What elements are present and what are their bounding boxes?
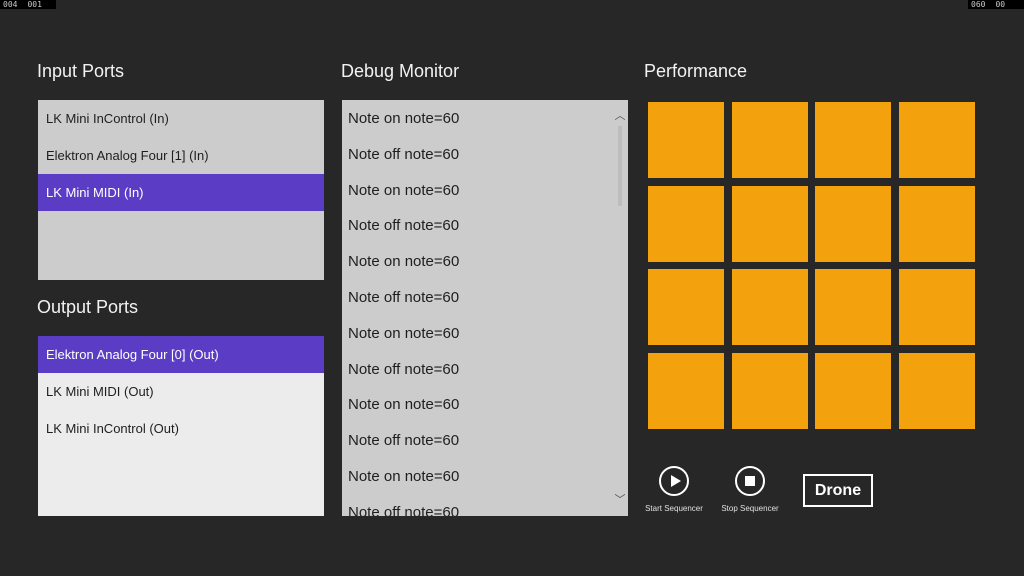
debug-line: Note off note=60 — [348, 217, 460, 235]
stop-sequencer-button[interactable]: Stop Sequencer — [716, 466, 784, 513]
output-ports-list[interactable]: Elektron Analog Four [0] (Out) LK Mini MI… — [38, 336, 324, 516]
performance-pad[interactable] — [815, 352, 891, 429]
performance-pad[interactable] — [815, 102, 891, 178]
performance-pad[interactable] — [731, 185, 808, 262]
scroll-up-chevron-icon[interactable]: ︿ — [612, 108, 628, 124]
performance-pad[interactable] — [731, 102, 808, 178]
output-port-item[interactable]: LK Mini MIDI (Out) — [38, 373, 324, 410]
input-ports-list[interactable]: LK Mini InControl (In) Elektron Analog Fo… — [38, 100, 324, 280]
performance-pad[interactable] — [898, 102, 975, 178]
input-port-item[interactable]: LK Mini InControl (In) — [38, 100, 324, 137]
performance-pad[interactable] — [731, 269, 808, 345]
debug-line: Note off note=60 — [348, 503, 460, 516]
performance-pad[interactable] — [648, 185, 724, 262]
input-port-item[interactable]: LK Mini MIDI (In) — [38, 174, 324, 211]
performance-title: Performance — [644, 61, 748, 81]
performance-pad-grid — [648, 102, 976, 430]
performance-pad[interactable] — [898, 352, 975, 429]
frame-counter-left: 004 001 — [0, 0, 56, 9]
performance-pad[interactable] — [648, 352, 724, 429]
debug-line: Note on note=60 — [348, 467, 460, 485]
scroll-thumb[interactable] — [618, 126, 622, 206]
scroll-down-chevron-icon[interactable]: ﹀ — [612, 492, 628, 508]
debug-line: Note on note=60 — [348, 181, 460, 199]
input-port-item[interactable]: Elektron Analog Four [1] (In) — [38, 137, 324, 174]
counter-d: 00 — [995, 0, 1006, 9]
performance-pad[interactable] — [731, 352, 808, 429]
debug-scrollbar[interactable]: ︿ ﹀ — [612, 100, 628, 516]
stop-sequencer-label: Stop Sequencer — [721, 504, 779, 513]
performance-pad[interactable] — [648, 269, 724, 345]
performance-pad[interactable] — [898, 269, 975, 345]
performance-pad[interactable] — [815, 269, 891, 345]
debug-line: Note off note=60 — [348, 288, 460, 306]
start-sequencer-button[interactable]: Start Sequencer — [640, 466, 708, 513]
frame-counter-right: 060 00 — [968, 0, 1024, 9]
performance-pad[interactable] — [815, 185, 891, 262]
performance-pad[interactable] — [648, 102, 724, 178]
counter-b: 001 — [27, 0, 42, 9]
counter-a: 004 — [3, 0, 18, 9]
debug-line: Note off note=60 — [348, 360, 460, 378]
performance-pad[interactable] — [898, 185, 975, 262]
debug-line: Note on note=60 — [348, 324, 460, 342]
debug-line: Note on note=60 — [348, 396, 460, 414]
start-sequencer-label: Start Sequencer — [645, 504, 703, 513]
output-port-item[interactable]: LK Mini InControl (Out) — [38, 410, 324, 447]
counter-c: 060 — [971, 0, 986, 9]
debug-line: Note on note=60 — [348, 253, 460, 271]
output-ports-title: Output Ports — [37, 297, 139, 317]
play-icon — [659, 466, 689, 496]
debug-monitor-list[interactable]: Note on note=60 Note off note=60 Note on n… — [342, 100, 628, 516]
output-port-item[interactable]: Elektron Analog Four [0] (Out) — [38, 336, 324, 373]
debug-line: Note on note=60 — [348, 110, 460, 127]
stop-icon — [735, 466, 765, 496]
input-ports-title: Input Ports — [37, 61, 125, 81]
drone-button[interactable]: Drone — [803, 474, 873, 507]
debug-monitor-title: Debug Monitor — [341, 61, 460, 81]
debug-lines: Note on note=60 Note off note=60 Note on n… — [342, 100, 628, 516]
debug-line: Note off note=60 — [348, 432, 460, 450]
debug-line: Note off note=60 — [348, 145, 460, 163]
